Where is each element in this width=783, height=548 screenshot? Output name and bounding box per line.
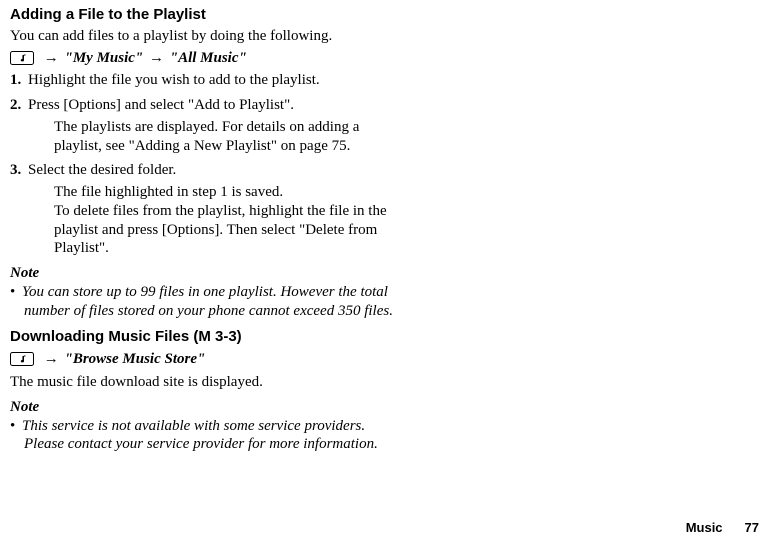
footer-category: Music [686,520,723,535]
step-text: Select the desired folder. [28,162,176,178]
note-text: You can store up to 99 files in one play… [22,284,393,319]
step-number: 2. [10,96,28,115]
step-1: 1.Highlight the file you wish to add to … [10,71,400,90]
step-subtext: The playlists are displayed. For details… [32,118,400,156]
note-label: Note [10,264,400,283]
note-list: •You can store up to 99 files in one pla… [10,283,400,321]
note-list: •This service is not available with some… [10,417,400,455]
note-item: •You can store up to 99 files in one pla… [10,283,400,321]
step-number: 1. [10,71,28,90]
music-key-icon [10,350,34,369]
note-label: Note [10,398,400,417]
music-key-icon [10,49,34,68]
body-text: The music file download site is displaye… [10,373,400,392]
path-item-all-music: "All Music" [170,50,247,66]
page-footer: Music 77 [686,520,759,536]
footer-page-number: 77 [745,520,759,535]
bullet-icon: • [10,417,22,436]
arrow-icon: → [147,50,166,66]
heading-add-file: Adding a File to the Playlist [10,6,400,25]
note-text: This service is not available with some … [22,418,378,453]
arrow-icon: → [42,50,61,66]
arrow-icon: → [42,351,61,367]
nav-path-1: → "My Music" → "All Music" [10,49,400,68]
bullet-icon: • [10,283,22,302]
heading-download: Downloading Music Files (M 3-3) [10,328,400,347]
note-item: •This service is not available with some… [10,417,400,455]
step-3: 3.Select the desired folder. The file hi… [10,161,400,258]
nav-path-2: → "Browse Music Store" [10,350,400,369]
step-2: 2.Press [Options] and select "Add to Pla… [10,96,400,155]
step-text: Highlight the file you wish to add to th… [28,72,320,88]
steps-list: 1.Highlight the file you wish to add to … [10,71,400,258]
path-item-browse-store: "Browse Music Store" [65,351,206,367]
step-text: Press [Options] and select "Add to Playl… [28,97,294,113]
step-subtext: The file highlighted in step 1 is saved.… [32,183,400,258]
intro-text: You can add files to a playlist by doing… [10,27,400,46]
path-item-my-music: "My Music" [65,50,144,66]
step-number: 3. [10,161,28,180]
